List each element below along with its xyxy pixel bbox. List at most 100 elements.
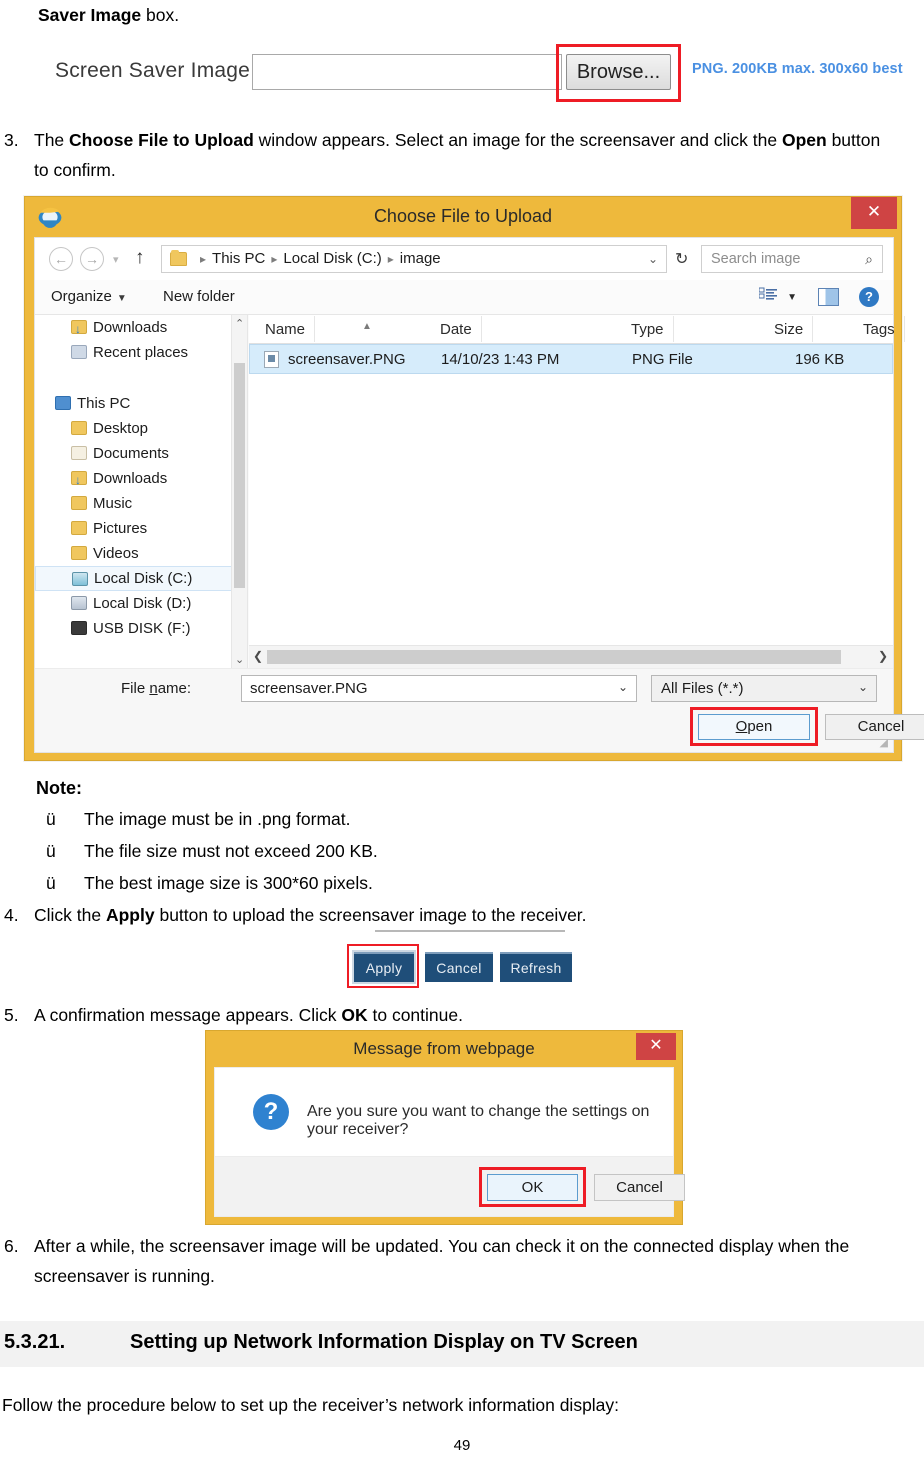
up-icon[interactable]: ↑	[135, 247, 145, 269]
file-type-select[interactable]: All Files (*.*) ⌄	[651, 675, 877, 702]
refresh-button[interactable]: Refresh	[500, 952, 572, 982]
close-icon[interactable]: ✕	[636, 1033, 676, 1060]
note-item-1: ü The file size must not exceed 200 KB.	[46, 836, 378, 866]
tree-item-this-pc[interactable]: This PC	[35, 391, 247, 416]
ok-button[interactable]: OK	[487, 1174, 578, 1201]
scroll-up-icon[interactable]: ⌃	[235, 317, 244, 330]
history-caret-icon[interactable]: ▾	[113, 253, 119, 266]
chevron-down-icon: ▼	[787, 292, 797, 303]
view-options-button[interactable]: ▼	[758, 287, 797, 304]
cell-name: screensaver.PNG	[288, 351, 406, 368]
cell-type: PNG File	[632, 351, 693, 368]
browse-button[interactable]: Browse...	[566, 54, 671, 90]
tree-item-usb-disk-f[interactable]: USB DISK (F:)	[35, 616, 247, 641]
tree-item-local-disk-d[interactable]: Local Disk (D:)	[35, 591, 247, 616]
breadcrumb-item-0[interactable]: This PC	[212, 250, 265, 267]
chevron-down-icon[interactable]: ⌄	[648, 252, 658, 266]
scroll-down-icon[interactable]: ⌄	[235, 653, 244, 666]
local-disk-d-icon	[71, 596, 87, 610]
forward-icon[interactable]: →	[80, 247, 104, 271]
file-type-value: All Files (*.*)	[661, 680, 744, 697]
file-dialog-footer: File name: screensaver.PNG ⌄ All Files (…	[35, 668, 924, 752]
image-requirements-hint: PNG. 200KB max. 300x60 best	[692, 61, 903, 77]
page-number: 49	[453, 1437, 471, 1454]
tree-item-recent-places[interactable]: Recent places	[35, 340, 247, 365]
screen-saver-image-label: Screen Saver Image	[55, 59, 251, 82]
tree-item-music[interactable]: Music	[35, 491, 247, 516]
tree-item-videos[interactable]: Videos	[35, 541, 247, 566]
file-list-horizontal-scrollbar[interactable]: ❮ ❯	[249, 645, 893, 668]
breadcrumb-item-1[interactable]: Local Disk (C:)	[283, 250, 381, 267]
file-name-value: screensaver.PNG	[250, 680, 368, 697]
step-5-number: 5.	[4, 1005, 19, 1025]
note-title: Note:	[36, 778, 82, 798]
videos-folder-icon	[71, 546, 87, 560]
tree-item-desktop[interactable]: Desktop	[35, 416, 247, 441]
scroll-left-icon[interactable]: ❮	[253, 649, 263, 663]
preview-pane-icon[interactable]	[818, 288, 839, 306]
close-icon[interactable]: ✕	[851, 197, 897, 229]
resize-grip-icon[interactable]: ◢	[880, 736, 888, 749]
file-dialog-titlebar: Choose File to Upload ✕	[25, 197, 901, 237]
new-folder-button[interactable]: New folder	[163, 288, 235, 305]
scroll-right-icon[interactable]: ❯	[878, 649, 888, 663]
note-marker: ü	[46, 809, 56, 829]
breadcrumb-item-2[interactable]: image	[400, 250, 441, 267]
step-5: 5. A confirmation message appears. Click…	[4, 1000, 884, 1030]
column-header-name[interactable]: Name ▲	[265, 316, 372, 342]
breadcrumb-separator-1: ▸	[271, 252, 278, 266]
column-header-tags[interactable]: Tags	[863, 316, 905, 342]
cancel-button[interactable]: Cancel	[425, 952, 493, 982]
search-icon: ⌕	[865, 251, 873, 267]
navigation-tree: Downloads Recent places This PC Desktop …	[35, 315, 248, 668]
step-3-number: 3.	[4, 130, 19, 150]
scrollbar-thumb-horizontal[interactable]	[267, 650, 841, 664]
refresh-icon[interactable]: ↻	[675, 249, 688, 269]
tree-item-pictures[interactable]: Pictures	[35, 516, 247, 541]
folder-icon	[170, 250, 187, 266]
music-folder-icon	[71, 496, 87, 510]
column-header-date[interactable]: Date	[440, 316, 482, 342]
tree-item-downloads[interactable]: Downloads	[35, 315, 247, 342]
column-header-size[interactable]: Size	[774, 316, 814, 342]
organize-button[interactable]: Organize ▼	[51, 288, 127, 305]
step-4-number: 4.	[4, 905, 19, 925]
tree-item-local-disk-c[interactable]: Local Disk (C:)	[35, 566, 247, 591]
column-header-type[interactable]: Type	[631, 316, 673, 342]
tree-scrollbar[interactable]: ⌃ ⌄	[231, 315, 247, 668]
back-icon[interactable]: ←	[49, 247, 73, 271]
cancel-button[interactable]: Cancel	[825, 714, 924, 740]
web-action-buttons: Apply Cancel Refresh	[347, 930, 587, 992]
search-input[interactable]: Search image ⌕	[701, 245, 883, 273]
tree-item-downloads-pc[interactable]: Downloads	[35, 466, 247, 493]
message-dialog-titlebar: Message from webpage ✕	[206, 1031, 682, 1067]
help-icon[interactable]: ?	[859, 287, 879, 307]
message-dialog-footer: OK Cancel	[214, 1157, 685, 1217]
chevron-down-icon[interactable]: ⌄	[618, 680, 628, 694]
table-row[interactable]: screensaver.PNG 14/10/23 1:43 PM PNG Fil…	[249, 344, 893, 374]
choose-file-to-upload-dialog: Choose File to Upload ✕ ← → ▾ ↑ ▸ This PC…	[24, 196, 924, 761]
message-dialog-body: ? Are you sure you want to change the se…	[214, 1067, 674, 1157]
intro-line: Saver Image box.	[38, 0, 179, 30]
recent-places-icon	[71, 345, 87, 359]
message-text: Are you sure you want to change the sett…	[307, 1103, 650, 1138]
note-item-2: ü The best image size is 300*60 pixels.	[46, 868, 373, 898]
scrollbar-thumb[interactable]	[234, 363, 245, 588]
open-button[interactable]: Open	[698, 714, 810, 740]
png-file-icon	[264, 351, 279, 368]
section-heading: 5.3.21. Setting up Network Information D…	[0, 1321, 924, 1367]
chevron-down-icon[interactable]: ⌄	[858, 680, 868, 694]
usb-disk-icon	[71, 621, 87, 635]
intro-bold: Saver Image	[38, 5, 142, 25]
question-icon: ?	[253, 1094, 289, 1130]
screen-saver-image-input[interactable]	[252, 54, 562, 90]
cell-date: 14/10/23 1:43 PM	[441, 351, 560, 368]
message-from-webpage-dialog: Message from webpage ✕ ? Are you sure yo…	[205, 1030, 685, 1225]
command-bar: Organize ▼ New folder ▼ ?	[35, 280, 893, 315]
file-name-input[interactable]: screensaver.PNG ⌄	[241, 675, 637, 702]
cancel-button[interactable]: Cancel	[594, 1174, 685, 1201]
breadcrumb-bar[interactable]: ▸ This PC ▸ Local Disk (C:) ▸ image ⌄	[161, 245, 667, 273]
view-list-icon	[758, 287, 777, 300]
apply-button[interactable]: Apply	[352, 950, 416, 984]
tree-item-documents[interactable]: Documents	[35, 441, 247, 466]
